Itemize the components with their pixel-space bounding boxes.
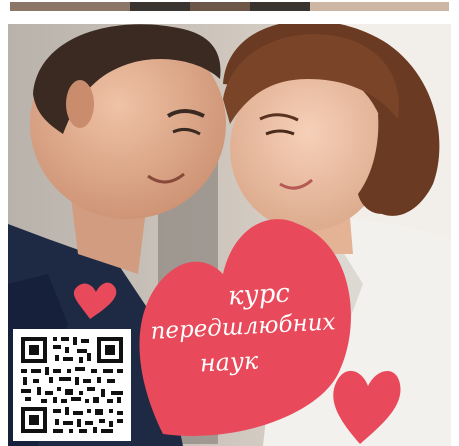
promo-line-3: наук bbox=[199, 346, 259, 378]
previous-image-strip bbox=[10, 0, 449, 16]
promo-post: курс передшлюбних наук bbox=[0, 0, 459, 446]
promo-text: курс передшлюбних наук bbox=[140, 276, 350, 386]
qr-code-icon[interactable] bbox=[13, 329, 131, 441]
